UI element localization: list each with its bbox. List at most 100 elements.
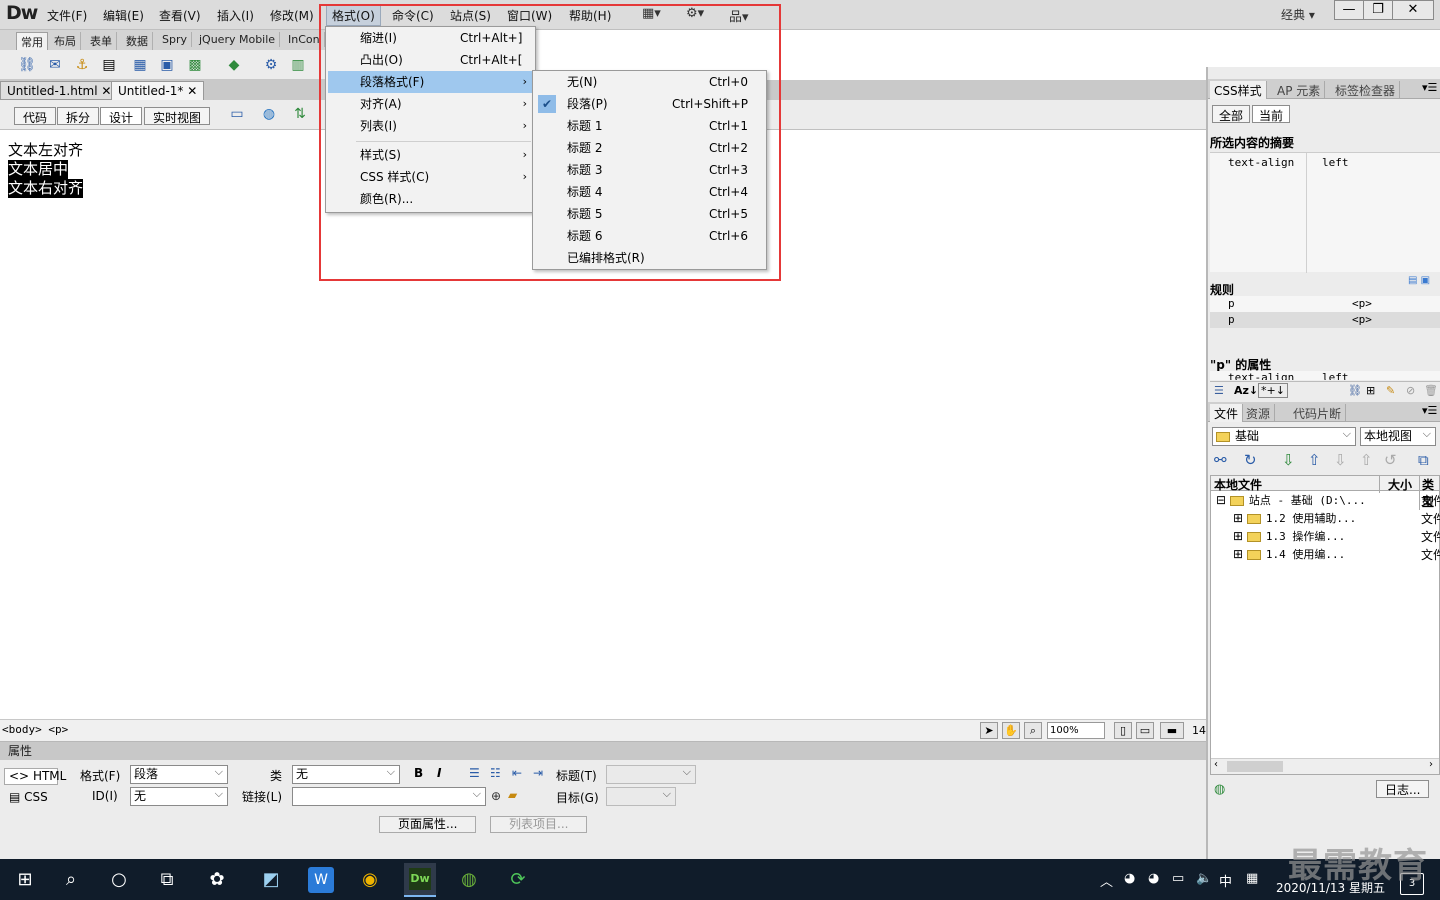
id-select[interactable]: 无 [130, 785, 228, 806]
menu-file[interactable]: 文件(F) [47, 7, 87, 24]
sync-icon[interactable]: ↺ [1384, 451, 1397, 469]
rule-row[interactable]: p <p> [1210, 312, 1440, 328]
sync-app-icon[interactable]: ⟳ [505, 867, 531, 893]
unordered-list-icon[interactable]: ☰ [469, 766, 480, 780]
css-mode-button[interactable]: ▤ CSS [4, 789, 58, 806]
email-link-icon[interactable]: ✉ [46, 56, 64, 74]
point-to-file-icon[interactable]: ⊕ [491, 789, 501, 803]
menu-modify[interactable]: 修改(M) [270, 7, 314, 24]
tab-layout[interactable]: 布局 [50, 32, 81, 50]
scroll-thumb[interactable] [1227, 761, 1283, 772]
ordered-list-icon[interactable]: ☷ [490, 766, 501, 780]
close-icon[interactable]: ✕ [187, 84, 197, 98]
hand-tool-icon[interactable]: ✋ [1002, 722, 1020, 739]
category-view-icon[interactable]: ☰ [1214, 384, 1224, 397]
italic-button[interactable]: I [437, 766, 441, 780]
scroll-left-icon[interactable]: ‹ [1214, 759, 1218, 770]
summary-prop[interactable]: text-align [1228, 156, 1294, 169]
paragraph-center[interactable]: 文本居中 [8, 160, 69, 179]
format-select[interactable]: 段落 [130, 763, 228, 784]
tablet-size-icon[interactable]: ▭ [1136, 722, 1154, 739]
table-icon[interactable]: ▦ [131, 56, 149, 74]
phone-size-icon[interactable]: ▯ [1114, 722, 1132, 739]
dreamweaver-taskbar-icon[interactable]: Dw [404, 863, 436, 897]
minimize-button[interactable]: — [1334, 0, 1364, 20]
attach-style-icon[interactable]: ⛓ [1348, 384, 1362, 397]
tab-files[interactable]: 文件 [1210, 404, 1244, 422]
tab-assets[interactable]: 资源 [1242, 404, 1276, 422]
tab-jquery-mobile[interactable]: jQuery Mobile [195, 32, 281, 47]
tag-selector[interactable]: <body> <p> [2, 723, 68, 736]
target-select[interactable] [606, 785, 676, 806]
tab-forms[interactable]: 表单 [86, 32, 117, 50]
list-item-button[interactable]: 列表项目... [490, 816, 588, 833]
image-icon[interactable]: ▩ [186, 56, 204, 74]
site-select[interactable]: 基础 [1212, 425, 1356, 446]
code-view-button[interactable]: 代码 [14, 107, 57, 125]
tab-spry[interactable]: Spry [158, 32, 192, 47]
title-input[interactable] [606, 763, 696, 784]
checkin-icon[interactable]: ⇧ [1360, 451, 1373, 469]
cortana-icon[interactable]: ○ [106, 867, 132, 893]
tree-item-folder[interactable]: ⊞ 1.4 使用编... [1233, 546, 1345, 562]
restore-button[interactable]: ❐ [1363, 0, 1393, 20]
word-app-icon[interactable]: W [308, 867, 334, 893]
div-icon[interactable]: ▣ [158, 56, 176, 74]
disable-icon[interactable]: ⊘ [1406, 384, 1415, 397]
media-icon[interactable]: ◆ [225, 56, 243, 74]
chrome-icon[interactable]: ◉ [357, 867, 383, 893]
windows-start-icon[interactable]: ⊞ [12, 867, 38, 893]
col-size[interactable]: 大小 [1379, 476, 1412, 493]
tray-chevron-icon[interactable]: ︿ [1100, 871, 1113, 890]
preview-globe-icon[interactable]: ◍ [260, 105, 278, 123]
trash-icon[interactable]: 🗑 [1424, 384, 1438, 397]
menu-edit[interactable]: 编辑(E) [103, 7, 144, 24]
close-icon[interactable]: ✕ [101, 84, 111, 98]
rule-view-icons[interactable]: ▤ ▣ [1408, 275, 1430, 286]
qq-icon[interactable]: ◕ [1124, 871, 1135, 886]
view-select[interactable]: 本地视图 [1360, 425, 1436, 446]
expand-icon[interactable]: ⧉ [1418, 451, 1429, 469]
set-props-icon[interactable]: *+↓ [1258, 383, 1288, 398]
tab-ap-elements[interactable]: AP 元素 [1273, 81, 1326, 99]
edit-rule-icon[interactable]: ✎ [1386, 384, 1395, 397]
log-button[interactable]: 日志... [1376, 780, 1430, 798]
date-icon[interactable]: ▥ [289, 56, 307, 74]
live-view-button[interactable]: 实时视图 [144, 107, 211, 125]
tree-item-folder[interactable]: ⊞ 1.3 操作编... [1233, 528, 1345, 544]
col-local-files[interactable]: 本地文件 [1214, 476, 1262, 493]
close-button[interactable]: ✕ [1392, 0, 1434, 20]
hr-icon[interactable]: ▤ [100, 56, 118, 74]
notes-app-icon[interactable]: ◩ [258, 867, 284, 893]
alpha-view-icon[interactable]: Az↓ [1234, 384, 1258, 397]
tab-snippets[interactable]: 代码片断 [1289, 404, 1347, 422]
property-row[interactable]: text-align left [1210, 371, 1440, 380]
checkout-icon[interactable]: ⇩ [1334, 451, 1347, 469]
design-view-button[interactable]: 设计 [100, 107, 143, 125]
tab-common[interactable]: 常用 [16, 32, 48, 51]
connect-icon[interactable]: ⚯ [1214, 451, 1227, 469]
summary-val[interactable]: left [1322, 156, 1349, 169]
fan-app-icon[interactable]: ✿ [204, 867, 230, 893]
file-manage-icon[interactable]: ⇅ [291, 105, 309, 123]
volume-icon[interactable]: 🔈 [1196, 871, 1212, 886]
outdent-icon[interactable]: ⇤ [512, 766, 522, 780]
class-select[interactable]: 无 [292, 763, 400, 784]
tree-item-folder[interactable]: ⊞ 1.2 使用辅助... [1233, 510, 1356, 526]
html-mode-button[interactable]: <> HTML [4, 768, 66, 785]
ime-indicator[interactable]: 中 [1219, 871, 1232, 890]
pointer-tool-icon[interactable]: ➤ [980, 722, 998, 739]
css-all-button[interactable]: 全部 [1212, 105, 1251, 123]
link-input[interactable] [292, 785, 486, 806]
search-icon[interactable]: ⌕ [58, 867, 84, 893]
browse-folder-icon[interactable]: ▰ [508, 788, 517, 802]
hyperlink-icon[interactable]: ⛓ [18, 56, 36, 74]
refresh-icon[interactable]: ↻ [1244, 451, 1257, 469]
put-icon[interactable]: ⇧ [1308, 451, 1321, 469]
paragraph-left[interactable]: 文本左对齐 [8, 141, 83, 160]
indent-icon[interactable]: ⇥ [533, 766, 543, 780]
zoom-select[interactable]: 100% [1047, 722, 1105, 739]
horizontal-scrollbar[interactable]: ‹ › [1211, 758, 1439, 774]
bamboo-app-icon[interactable]: ◍ [456, 867, 482, 893]
css-current-button[interactable]: 当前 [1252, 105, 1291, 123]
